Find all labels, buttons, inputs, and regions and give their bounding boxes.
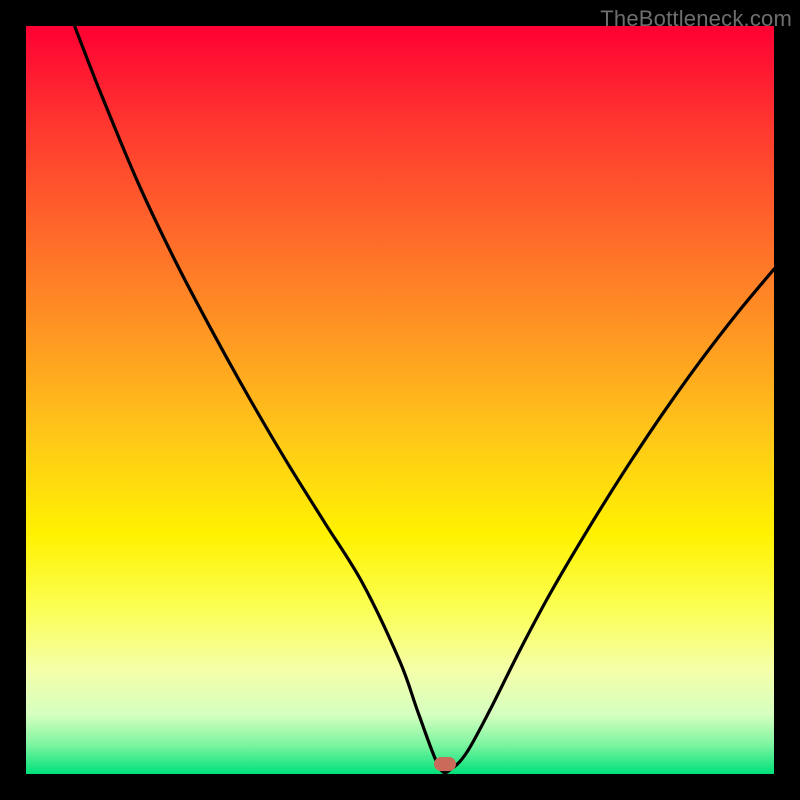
plot-area (26, 26, 774, 774)
watermark-text: TheBottleneck.com (600, 6, 792, 32)
curve-svg (26, 26, 774, 774)
minimum-marker (434, 757, 456, 771)
chart-frame: TheBottleneck.com (0, 0, 800, 800)
bottleneck-curve (75, 26, 774, 773)
